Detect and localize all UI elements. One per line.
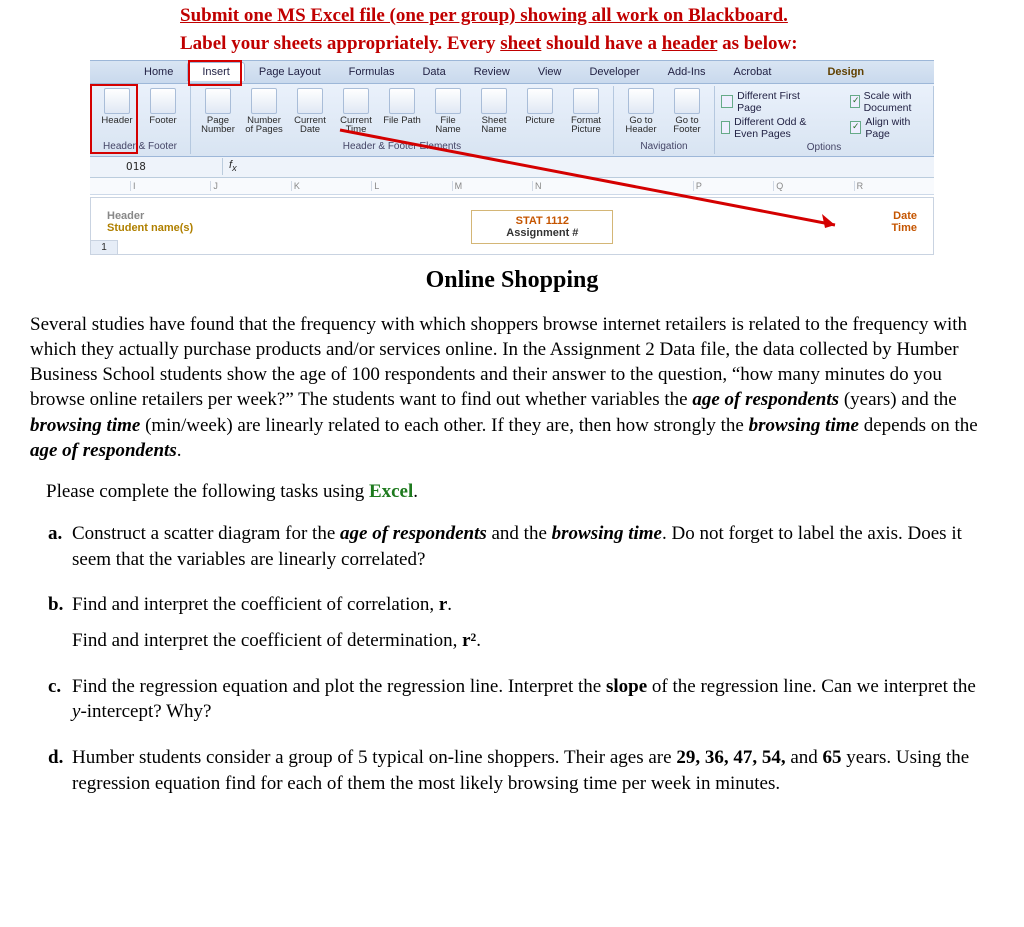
header-label: Header: [107, 210, 193, 222]
pages-icon: [251, 88, 277, 114]
row-number-1[interactable]: 1: [90, 240, 118, 255]
tab-formulas[interactable]: Formulas: [335, 63, 409, 81]
tab-addins[interactable]: Add-Ins: [654, 63, 720, 81]
btn-current-date[interactable]: Current Date: [289, 88, 331, 136]
btn-footer[interactable]: Footer: [142, 88, 184, 126]
header-right[interactable]: Date Time: [892, 210, 917, 234]
tab-design[interactable]: Design: [813, 63, 878, 81]
btn-format-picture[interactable]: Format Picture: [565, 88, 607, 136]
group-navigation: Go to Header Go to Footer Navigation: [614, 86, 715, 154]
picture-icon: [527, 88, 553, 114]
tab-acrobat[interactable]: Acrobat: [720, 63, 786, 81]
filepath-icon: [389, 88, 415, 114]
excel-screenshot: Home Insert Page Layout Formulas Data Re…: [90, 60, 934, 255]
chk-scale[interactable]: [850, 95, 860, 108]
chk-odd-even[interactable]: [721, 121, 730, 134]
chk-align[interactable]: [850, 121, 861, 134]
name-box[interactable]: O18: [120, 158, 223, 175]
opt-first-page: Different First Page: [737, 90, 820, 114]
btn-file-path[interactable]: File Path: [381, 88, 423, 136]
header-right-bot: Time: [892, 222, 917, 234]
header-center[interactable]: STAT 1112 Assignment #: [471, 210, 613, 244]
btn-current-time[interactable]: Current Time: [335, 88, 377, 136]
btn-file-name[interactable]: File Name: [427, 88, 469, 136]
fx-icon[interactable]: fx: [223, 159, 243, 173]
task-b: b. Find and interpret the coefficient of…: [48, 592, 994, 653]
clock-icon: [343, 88, 369, 114]
group-label-opts: Options: [721, 142, 927, 153]
tab-data[interactable]: Data: [408, 63, 459, 81]
instruction-line-2: Label your sheets appropriately. Every s…: [180, 32, 1024, 56]
chk-first-page[interactable]: [721, 95, 733, 108]
doc-title: Online Shopping: [30, 267, 994, 294]
intro-paragraph: Several studies have found that the freq…: [30, 312, 994, 464]
document-body: Online Shopping Several studies have fou…: [0, 255, 1024, 827]
group-label-elem: Header & Footer Elements: [197, 141, 607, 152]
worksheet-header-area[interactable]: Header Student name(s) STAT 1112 Assignm…: [90, 197, 934, 255]
goto-header-icon: [628, 88, 654, 114]
btn-goto-header[interactable]: Go to Header: [620, 88, 662, 136]
calendar-icon: [297, 88, 323, 114]
ribbon-body: Header Footer Header & Footer Page Numbe…: [90, 84, 934, 157]
header-center-bot: Assignment #: [506, 227, 578, 239]
tab-home[interactable]: Home: [130, 63, 187, 81]
opt-scale: Scale with Document: [864, 90, 927, 114]
column-ruler: IJKLMNPQR: [90, 178, 934, 195]
tab-view[interactable]: View: [524, 63, 576, 81]
annotation-box-header-btn: [90, 84, 138, 154]
tab-developer[interactable]: Developer: [575, 63, 653, 81]
please-line: Please complete the following tasks usin…: [46, 481, 994, 503]
btn-page-number[interactable]: Page Number: [197, 88, 239, 136]
btn-picture[interactable]: Picture: [519, 88, 561, 136]
filename-icon: [435, 88, 461, 114]
opt-odd-even: Different Odd & Even Pages: [734, 116, 820, 140]
group-label-nav: Navigation: [620, 141, 708, 152]
btn-goto-footer[interactable]: Go to Footer: [666, 88, 708, 136]
header-left-text: Student name(s): [107, 222, 193, 234]
group-options: Different First Page Different Odd & Eve…: [715, 86, 934, 154]
tab-review[interactable]: Review: [460, 63, 524, 81]
group-elements: Page Number Number of Pages Current Date…: [191, 86, 614, 154]
btn-sheet-name[interactable]: Sheet Name: [473, 88, 515, 136]
opt-align: Align with Page: [865, 116, 927, 140]
btn-num-pages[interactable]: Number of Pages: [243, 88, 285, 136]
hash-icon: [205, 88, 231, 114]
header-center-top: STAT 1112: [506, 215, 578, 227]
header-left[interactable]: Header Student name(s): [107, 210, 193, 234]
instruction-line-1: Submit one MS Excel file (one per group)…: [180, 4, 1024, 28]
task-a: a. Construct a scatter diagram for the a…: [48, 521, 994, 572]
format-picture-icon: [573, 88, 599, 114]
formula-bar: O18 fx: [90, 157, 934, 178]
footer-icon: [150, 88, 176, 114]
task-c: c. Find the regression equation and plot…: [48, 674, 994, 725]
annotation-box-insert-tab: [188, 60, 242, 86]
tab-page-layout[interactable]: Page Layout: [245, 63, 335, 81]
goto-footer-icon: [674, 88, 700, 114]
header-right-top: Date: [892, 210, 917, 222]
task-d: d. Humber students consider a group of 5…: [48, 745, 994, 796]
sheet-icon: [481, 88, 507, 114]
